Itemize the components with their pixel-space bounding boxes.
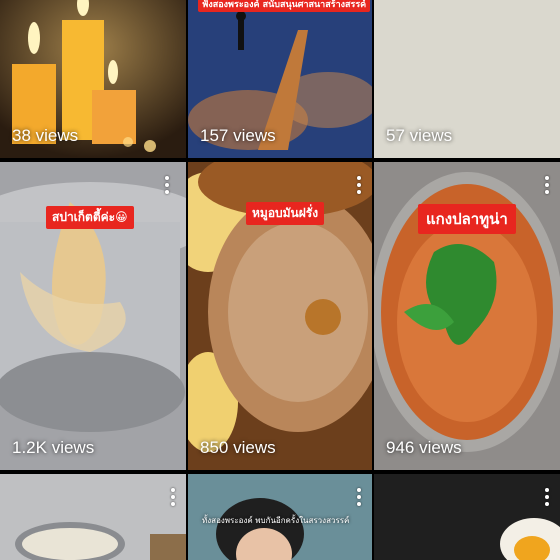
more-vert-icon[interactable] [544,176,550,198]
video-caption: แกงปลาทูน่า [418,204,516,234]
video-caption: สปาเก็ตตี้ค่ะ😀 [46,206,134,229]
more-vert-icon[interactable] [544,488,550,510]
video-thumbnail-rice[interactable]: 57 views [374,0,560,158]
more-vert-icon[interactable] [356,488,362,510]
more-vert-icon[interactable] [170,488,176,510]
pots-image [0,474,186,560]
more-vert-icon[interactable] [164,176,170,198]
video-caption: ทั้งสองพระองค์ พบกันอีกครั้งในสรวงสวรรค์ [202,516,350,525]
egg-image [374,474,560,560]
video-grid: 38 views ฟังสองพระองค์ สนับสนุนศาสนาสร้า… [0,0,560,560]
view-count: 57 views [386,126,453,145]
view-count: 850 views [200,438,276,457]
view-count: 1.2K views [12,438,95,457]
video-thumbnail-spaghetti[interactable]: สปาเก็ตตี้ค่ะ😀 1.2K views [0,162,186,470]
video-thumbnail-roast-pork[interactable]: หมูอบมันฝรั่ง 850 views [188,162,372,470]
video-thumbnail-egg[interactable] [374,474,560,560]
more-vert-icon[interactable] [356,176,362,198]
video-thumbnail-stairs[interactable]: ฟังสองพระองค์ สนับสนุนศาสนาสร้างสรรค์ 15… [188,0,372,158]
view-count: 38 views [12,126,79,145]
video-thumbnail-pots[interactable] [0,474,186,560]
video-caption: หมูอบมันฝรั่ง [246,202,325,225]
view-count: 157 views [200,126,276,145]
video-thumbnail-tuna-curry[interactable]: แกงปลาทูน่า 946 views [374,162,560,470]
video-caption: ฟังสองพระองค์ สนับสนุนศาสนาสร้างสรรค์ [198,0,371,12]
video-thumbnail-portrait[interactable]: ทั้งสองพระองค์ พบกันอีกครั้งในสรวงสวรรค์ [188,474,372,560]
video-thumbnail-candles[interactable]: 38 views [0,0,186,158]
view-count: 946 views [386,438,462,457]
